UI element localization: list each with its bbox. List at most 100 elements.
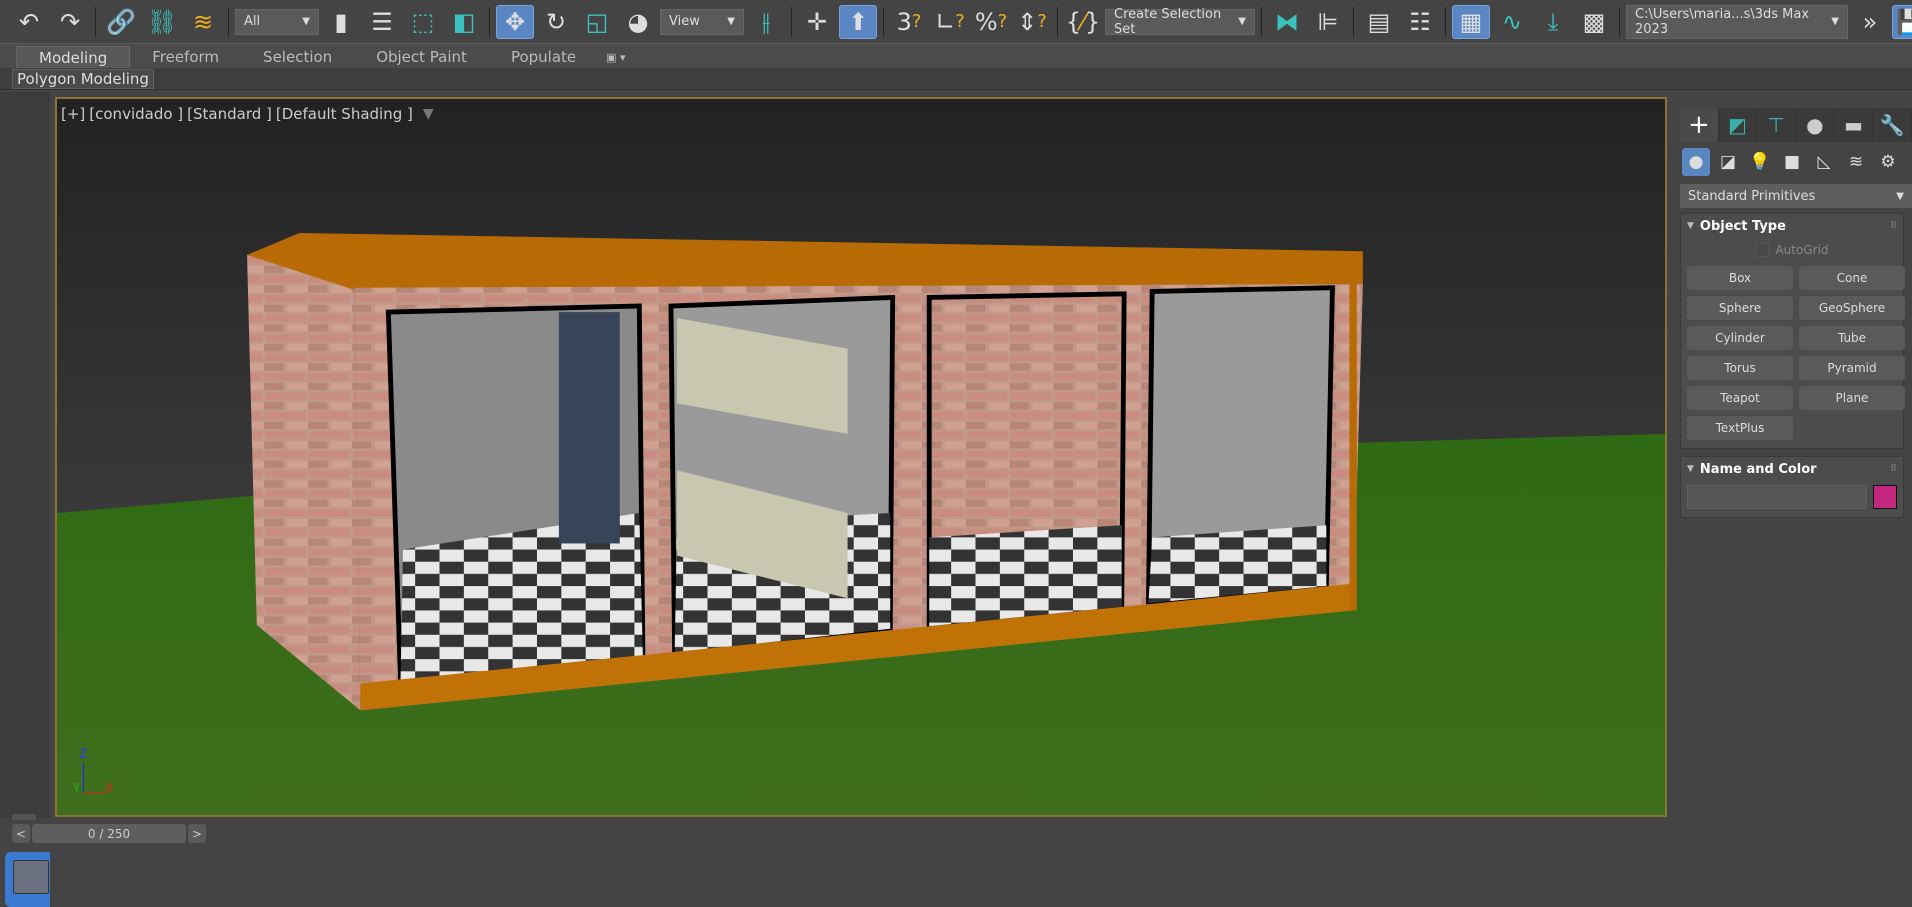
select-move-icon[interactable]: ✥ (496, 4, 534, 39)
primitive-plane-button[interactable]: Plane (1799, 386, 1905, 410)
overflow-icon[interactable]: » (1851, 5, 1889, 39)
checkbox-box[interactable] (1755, 243, 1770, 257)
time-next-button[interactable]: > (188, 824, 206, 843)
shapes-icon[interactable]: ◪ (1714, 148, 1742, 176)
geometry-icon[interactable]: ● (1682, 148, 1710, 176)
display-tab-icon[interactable]: ▬ (1835, 108, 1874, 142)
workspace-save-icon[interactable]: 💾 (1892, 4, 1912, 39)
separator (228, 6, 229, 37)
use-pivot-icon[interactable]: ⫲ (747, 5, 785, 39)
primitive-category-value: Standard Primitives (1688, 188, 1816, 204)
grip-icon[interactable]: ⠿ (1890, 221, 1897, 231)
ribbon-options-icon[interactable]: ▣ ▾ (598, 46, 633, 68)
primitive-tube-button[interactable]: Tube (1799, 326, 1905, 350)
polygon-modeling-panel[interactable]: Polygon Modeling (12, 69, 154, 89)
cameras-icon[interactable]: ■ (1778, 148, 1806, 176)
filter-icon[interactable]: ▼ (423, 106, 434, 122)
percent-snap-icon[interactable]: %? (972, 5, 1010, 39)
ribbon-tabs: Modeling Freeform Selection Object Paint… (0, 44, 1912, 68)
keyboard-shortcut-override-icon[interactable]: ⬆ (839, 4, 877, 39)
primitive-box-button[interactable]: Box (1687, 266, 1793, 290)
tab-selection[interactable]: Selection (241, 46, 354, 68)
time-slider[interactable]: 0 / 250 (32, 824, 186, 843)
spinner-snap-icon[interactable]: ⇕? (1013, 5, 1051, 39)
primitive-category-dropdown[interactable]: Standard Primitives ▼ (1680, 184, 1912, 208)
motion-tab-icon[interactable]: ● (1796, 108, 1835, 142)
tab-object-paint[interactable]: Object Paint (354, 46, 489, 68)
redo-icon[interactable]: ↷ (51, 5, 89, 39)
unlink-icon[interactable]: ⛓ (143, 5, 181, 39)
left-strip: ▶ (0, 92, 50, 907)
select-object-icon[interactable]: ▮ (322, 5, 360, 39)
viewport-shading-menu[interactable]: [Default Shading ] (276, 105, 413, 123)
create-tab-icon[interactable]: + (1680, 108, 1719, 142)
autogrid-label: AutoGrid (1775, 243, 1829, 257)
selection-filter-dropdown[interactable]: All ▼ (235, 8, 319, 35)
helpers-icon[interactable]: ◺ (1810, 148, 1838, 176)
named-selection-dropdown[interactable]: Create Selection Set ▼ (1105, 7, 1255, 37)
select-manipulate-icon[interactable]: ✛ (798, 5, 836, 39)
chevron-down-icon: ▼ (727, 16, 735, 27)
modify-tab-icon[interactable]: ◩ (1719, 108, 1758, 142)
separator (489, 6, 490, 37)
bind-space-warp-icon[interactable]: ≋ (184, 5, 222, 39)
schematic-view-icon[interactable]: ⤓ (1534, 5, 1572, 39)
primitive-cylinder-button[interactable]: Cylinder (1687, 326, 1793, 350)
undo-icon[interactable]: ↶ (10, 5, 48, 39)
align-icon[interactable]: ⊫ (1309, 5, 1347, 39)
utilities-tab-icon[interactable]: 🔧 (1873, 108, 1912, 142)
grip-icon[interactable]: ⠿ (1890, 464, 1897, 474)
primitive-teapot-button[interactable]: Teapot (1687, 386, 1793, 410)
name-and-color-header[interactable]: ▼ Name and Color ⠿ (1681, 457, 1903, 481)
time-prev-button[interactable]: < (12, 824, 30, 843)
object-color-swatch[interactable] (1873, 485, 1897, 509)
autogrid-checkbox[interactable]: AutoGrid (1681, 238, 1903, 262)
axis-tripod: Z X Y (73, 747, 119, 799)
perspective-viewport[interactable]: [+] [convidado ] [Standard ] [Default Sh… (55, 97, 1667, 817)
space-warps-icon[interactable]: ≋ (1842, 148, 1870, 176)
object-name-input[interactable] (1687, 485, 1867, 509)
primitive-pyramid-button[interactable]: Pyramid (1799, 356, 1905, 380)
viewport-menu-plus[interactable]: [+] (61, 105, 85, 123)
separator (1261, 6, 1262, 37)
systems-icon[interactable]: ⚙ (1874, 148, 1902, 176)
primitive-textplus-button[interactable]: TextPlus (1687, 416, 1793, 440)
primitive-torus-button[interactable]: Torus (1687, 356, 1793, 380)
viewport-standard-menu[interactable]: [Standard ] (187, 105, 272, 123)
toggle-ribbon-icon[interactable]: ▦ (1452, 4, 1490, 39)
chevron-down-icon: ▼ (1831, 16, 1839, 27)
window-crossing-icon[interactable]: ◧ (445, 5, 483, 39)
primitive-cone-button[interactable]: Cone (1799, 266, 1905, 290)
viewport-camera-menu[interactable]: [convidado ] (89, 105, 183, 123)
separator (1445, 6, 1446, 37)
link-icon[interactable]: 🔗 (102, 5, 140, 39)
render-setup-icon[interactable]: ▩ (1575, 5, 1613, 39)
tab-freeform[interactable]: Freeform (130, 46, 241, 68)
separator (95, 6, 96, 37)
viewport-layout-tab[interactable] (5, 852, 50, 907)
ribbon-panel-bar: Polygon Modeling (0, 68, 1912, 90)
edit-named-selection-icon[interactable]: {⁄} (1064, 5, 1102, 39)
tab-modeling[interactable]: Modeling (16, 46, 131, 68)
select-place-icon[interactable]: ◕ (619, 5, 657, 39)
lights-icon[interactable]: 💡 (1746, 148, 1774, 176)
scene-explorer-icon[interactable]: ▤ (1360, 5, 1398, 39)
layer-explorer-icon[interactable]: ☷ (1401, 5, 1439, 39)
object-type-header[interactable]: ▼ Object Type ⠿ (1681, 214, 1903, 238)
snaps-toggle-icon[interactable]: 3? (890, 5, 928, 39)
primitive-sphere-button[interactable]: Sphere (1687, 296, 1793, 320)
reference-coordinate-dropdown[interactable]: View ▼ (660, 8, 744, 35)
mirror-icon[interactable]: ⧓ (1268, 5, 1306, 39)
hierarchy-tab-icon[interactable]: ⊤ (1757, 108, 1797, 142)
primitive-geosphere-button[interactable]: GeoSphere (1799, 296, 1905, 320)
select-by-name-icon[interactable]: ☰ (363, 5, 401, 39)
select-scale-icon[interactable]: ◱ (578, 5, 616, 39)
select-rotate-icon[interactable]: ↻ (537, 5, 575, 39)
rectangular-selection-icon[interactable]: ⬚ (404, 5, 442, 39)
angle-snap-icon[interactable]: ∟? (931, 5, 969, 39)
collapse-icon: ▼ (1687, 464, 1694, 474)
viewport-label: [+] [convidado ] [Standard ] [Default Sh… (61, 105, 434, 123)
project-path-dropdown[interactable]: C:\Users\maria...s\3ds Max 2023 ▼ (1626, 4, 1848, 39)
curve-editor-icon[interactable]: ∿ (1493, 5, 1531, 39)
tab-populate[interactable]: Populate (489, 46, 598, 68)
